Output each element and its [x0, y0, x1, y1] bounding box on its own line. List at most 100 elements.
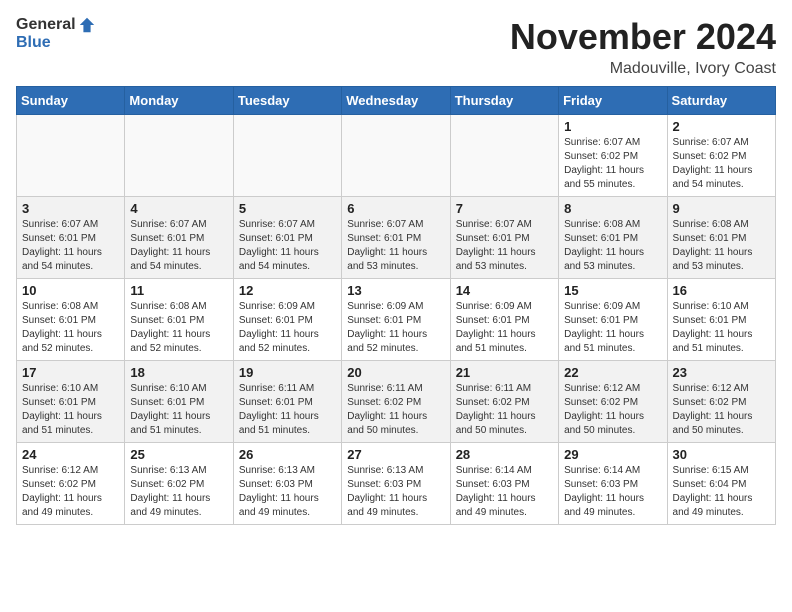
calendar-day-cell: 9 Sunrise: 6:08 AM Sunset: 6:01 PM Daylig… [667, 197, 775, 279]
day-info: Sunrise: 6:13 AM Sunset: 6:03 PM Dayligh… [239, 464, 336, 520]
day-number: 16 [673, 283, 770, 298]
calendar-day-cell [342, 115, 450, 197]
day-number: 6 [347, 201, 444, 216]
day-info: Sunrise: 6:15 AM Sunset: 6:04 PM Dayligh… [673, 464, 770, 520]
day-info: Sunrise: 6:09 AM Sunset: 6:01 PM Dayligh… [239, 300, 336, 356]
day-number: 30 [673, 447, 770, 462]
calendar-day-cell [450, 115, 558, 197]
logo-blue-text: Blue [16, 34, 96, 52]
calendar-day-cell: 19 Sunrise: 6:11 AM Sunset: 6:01 PM Dayli… [233, 361, 341, 443]
title-area: November 2024 Madouville, Ivory Coast [510, 16, 776, 78]
calendar-week-row: 17 Sunrise: 6:10 AM Sunset: 6:01 PM Dayli… [17, 361, 776, 443]
day-info: Sunrise: 6:12 AM Sunset: 6:02 PM Dayligh… [673, 382, 770, 438]
day-info: Sunrise: 6:09 AM Sunset: 6:01 PM Dayligh… [347, 300, 444, 356]
day-number: 21 [456, 365, 553, 380]
calendar-day-cell: 17 Sunrise: 6:10 AM Sunset: 6:01 PM Dayli… [17, 361, 125, 443]
calendar-day-cell: 15 Sunrise: 6:09 AM Sunset: 6:01 PM Dayli… [559, 279, 667, 361]
calendar-day-cell: 10 Sunrise: 6:08 AM Sunset: 6:01 PM Dayli… [17, 279, 125, 361]
calendar-day-cell: 5Sunrise: 6:07 AM Sunset: 6:01 PM Daylig… [233, 197, 341, 279]
calendar-day-cell: 26 Sunrise: 6:13 AM Sunset: 6:03 PM Dayli… [233, 443, 341, 525]
page-header: General Blue November 2024 Madouville, I… [16, 16, 776, 78]
day-number: 28 [456, 447, 553, 462]
calendar-week-row: 1 Sunrise: 6:07 AM Sunset: 6:02 PM Daylig… [17, 115, 776, 197]
calendar-day-cell: 6 Sunrise: 6:07 AM Sunset: 6:01 PM Daylig… [342, 197, 450, 279]
day-number: 29 [564, 447, 661, 462]
day-number: 15 [564, 283, 661, 298]
weekday-header-tuesday: Tuesday [233, 87, 341, 115]
day-info: Sunrise: 6:11 AM Sunset: 6:02 PM Dayligh… [456, 382, 553, 438]
weekday-header-row: SundayMondayTuesdayWednesdayThursdayFrid… [17, 87, 776, 115]
calendar-day-cell: 16 Sunrise: 6:10 AM Sunset: 6:01 PM Dayli… [667, 279, 775, 361]
day-number: 18 [130, 365, 227, 380]
month-title: November 2024 [510, 16, 776, 58]
calendar-day-cell: 25Sunrise: 6:13 AM Sunset: 6:02 PM Dayli… [125, 443, 233, 525]
logo-icon [78, 16, 96, 34]
day-number: 12 [239, 283, 336, 298]
day-number: 3 [22, 201, 119, 216]
calendar-week-row: 10 Sunrise: 6:08 AM Sunset: 6:01 PM Dayli… [17, 279, 776, 361]
calendar-day-cell: 2Sunrise: 6:07 AM Sunset: 6:02 PM Daylig… [667, 115, 775, 197]
weekday-header-friday: Friday [559, 87, 667, 115]
day-number: 1 [564, 119, 661, 134]
calendar-day-cell: 27 Sunrise: 6:13 AM Sunset: 6:03 PM Dayli… [342, 443, 450, 525]
day-number: 25 [130, 447, 227, 462]
calendar-day-cell: 3 Sunrise: 6:07 AM Sunset: 6:01 PM Daylig… [17, 197, 125, 279]
calendar-day-cell: 22 Sunrise: 6:12 AM Sunset: 6:02 PM Dayli… [559, 361, 667, 443]
day-info: Sunrise: 6:10 AM Sunset: 6:01 PM Dayligh… [22, 382, 119, 438]
day-info: Sunrise: 6:08 AM Sunset: 6:01 PM Dayligh… [22, 300, 119, 356]
day-info: Sunrise: 6:07 AM Sunset: 6:01 PM Dayligh… [239, 218, 336, 274]
calendar-day-cell: 14 Sunrise: 6:09 AM Sunset: 6:01 PM Dayli… [450, 279, 558, 361]
day-number: 24 [22, 447, 119, 462]
calendar-day-cell: 21 Sunrise: 6:11 AM Sunset: 6:02 PM Dayli… [450, 361, 558, 443]
day-number: 22 [564, 365, 661, 380]
day-info: Sunrise: 6:09 AM Sunset: 6:01 PM Dayligh… [456, 300, 553, 356]
day-info: Sunrise: 6:08 AM Sunset: 6:01 PM Dayligh… [130, 300, 227, 356]
day-info: Sunrise: 6:07 AM Sunset: 6:01 PM Dayligh… [22, 218, 119, 274]
day-info: Sunrise: 6:12 AM Sunset: 6:02 PM Dayligh… [564, 382, 661, 438]
day-number: 10 [22, 283, 119, 298]
day-info: Sunrise: 6:07 AM Sunset: 6:02 PM Dayligh… [564, 136, 661, 192]
day-number: 7 [456, 201, 553, 216]
day-info: Sunrise: 6:09 AM Sunset: 6:01 PM Dayligh… [564, 300, 661, 356]
calendar-day-cell: 29 Sunrise: 6:14 AM Sunset: 6:03 PM Dayli… [559, 443, 667, 525]
day-info: Sunrise: 6:11 AM Sunset: 6:02 PM Dayligh… [347, 382, 444, 438]
calendar-day-cell: 4Sunrise: 6:07 AM Sunset: 6:01 PM Daylig… [125, 197, 233, 279]
day-info: Sunrise: 6:14 AM Sunset: 6:03 PM Dayligh… [456, 464, 553, 520]
calendar-day-cell: 8Sunrise: 6:08 AM Sunset: 6:01 PM Daylig… [559, 197, 667, 279]
calendar-day-cell: 23 Sunrise: 6:12 AM Sunset: 6:02 PM Dayli… [667, 361, 775, 443]
day-number: 26 [239, 447, 336, 462]
day-info: Sunrise: 6:10 AM Sunset: 6:01 PM Dayligh… [130, 382, 227, 438]
day-number: 14 [456, 283, 553, 298]
calendar-day-cell [17, 115, 125, 197]
weekday-header-sunday: Sunday [17, 87, 125, 115]
day-number: 27 [347, 447, 444, 462]
weekday-header-saturday: Saturday [667, 87, 775, 115]
weekday-header-thursday: Thursday [450, 87, 558, 115]
calendar-day-cell [125, 115, 233, 197]
day-info: Sunrise: 6:08 AM Sunset: 6:01 PM Dayligh… [673, 218, 770, 274]
day-number: 23 [673, 365, 770, 380]
day-info: Sunrise: 6:07 AM Sunset: 6:01 PM Dayligh… [130, 218, 227, 274]
day-number: 9 [673, 201, 770, 216]
calendar-table: SundayMondayTuesdayWednesdayThursdayFrid… [16, 86, 776, 525]
day-info: Sunrise: 6:10 AM Sunset: 6:01 PM Dayligh… [673, 300, 770, 356]
day-info: Sunrise: 6:07 AM Sunset: 6:01 PM Dayligh… [456, 218, 553, 274]
calendar-day-cell: 20 Sunrise: 6:11 AM Sunset: 6:02 PM Dayli… [342, 361, 450, 443]
day-number: 19 [239, 365, 336, 380]
day-info: Sunrise: 6:14 AM Sunset: 6:03 PM Dayligh… [564, 464, 661, 520]
day-number: 17 [22, 365, 119, 380]
day-number: 11 [130, 283, 227, 298]
calendar-week-row: 24Sunrise: 6:12 AM Sunset: 6:02 PM Dayli… [17, 443, 776, 525]
calendar-day-cell: 18 Sunrise: 6:10 AM Sunset: 6:01 PM Dayli… [125, 361, 233, 443]
day-number: 20 [347, 365, 444, 380]
day-info: Sunrise: 6:13 AM Sunset: 6:03 PM Dayligh… [347, 464, 444, 520]
weekday-header-monday: Monday [125, 87, 233, 115]
day-number: 13 [347, 283, 444, 298]
calendar-day-cell: 12 Sunrise: 6:09 AM Sunset: 6:01 PM Dayli… [233, 279, 341, 361]
day-info: Sunrise: 6:11 AM Sunset: 6:01 PM Dayligh… [239, 382, 336, 438]
calendar-day-cell: 30 Sunrise: 6:15 AM Sunset: 6:04 PM Dayli… [667, 443, 775, 525]
day-info: Sunrise: 6:07 AM Sunset: 6:01 PM Dayligh… [347, 218, 444, 274]
calendar-day-cell: 28 Sunrise: 6:14 AM Sunset: 6:03 PM Dayli… [450, 443, 558, 525]
calendar-day-cell: 13 Sunrise: 6:09 AM Sunset: 6:01 PM Dayli… [342, 279, 450, 361]
calendar-day-cell: 11 Sunrise: 6:08 AM Sunset: 6:01 PM Dayli… [125, 279, 233, 361]
